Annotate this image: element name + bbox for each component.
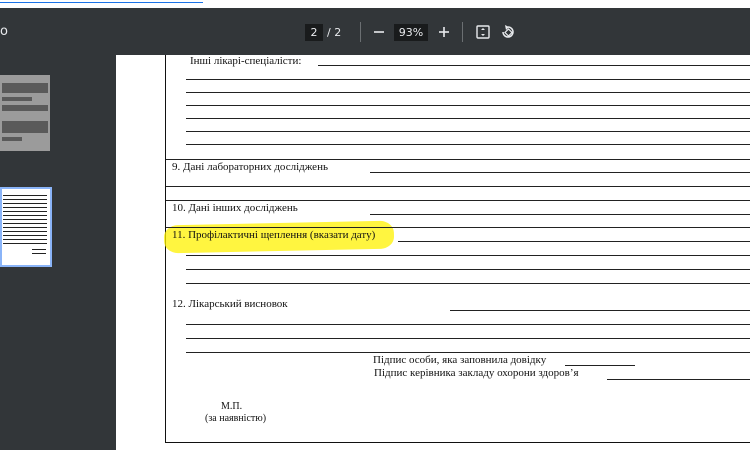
- thumb-line: [3, 227, 47, 228]
- signature-line: [607, 379, 750, 380]
- thumb-block: [2, 137, 22, 141]
- head-signature-label: Підпис керівника закладу охорони здоров’…: [374, 367, 579, 379]
- thumb-block: [2, 121, 48, 133]
- zoom-in-button[interactable]: [434, 21, 454, 43]
- thumb-line: [3, 215, 47, 216]
- document-title: o: [0, 24, 8, 39]
- section-10-label: 10. Дані інших досліджень: [172, 202, 298, 214]
- form-line: [186, 352, 750, 353]
- page-thumbnail-1[interactable]: [0, 75, 50, 151]
- form-line: [186, 338, 750, 339]
- fit-page-icon: [476, 25, 490, 39]
- thumb-line: [3, 203, 47, 204]
- thumb-line: [32, 249, 46, 250]
- form-line: [186, 105, 750, 106]
- thumb-line: [3, 243, 47, 244]
- form-line: [186, 144, 750, 145]
- form-line: [166, 200, 750, 201]
- thumb-line: [3, 195, 47, 196]
- form-line: [370, 214, 750, 215]
- thumb-line: [3, 207, 47, 208]
- link-underline[interactable]: [0, 2, 203, 3]
- section-11-label: 11. Профілактичні щеплення (вказати дату…: [172, 229, 376, 241]
- form-line: [450, 310, 750, 311]
- zoom-in-icon: [439, 27, 449, 37]
- thumb-block: [2, 105, 48, 111]
- thumb-block: [2, 97, 32, 101]
- zoom-out-button[interactable]: [369, 21, 389, 43]
- thumb-line: [3, 219, 47, 220]
- form-line: [166, 227, 750, 228]
- section-9-label: 9. Дані лабораторних досліджень: [172, 161, 328, 173]
- section-12-label: 12. Лікарський висновок: [172, 298, 288, 310]
- page-thumbnail-2[interactable]: [0, 187, 52, 267]
- signature-line: [565, 365, 635, 366]
- page-count: / 2: [327, 26, 342, 39]
- form-line: [186, 79, 750, 80]
- form-line: [186, 118, 750, 119]
- fit-page-button[interactable]: [473, 21, 493, 43]
- stamp-note: (за наявністю): [205, 413, 267, 424]
- form-line: [370, 172, 750, 173]
- filler-signature-label: Підпис особи, яка заповнила довідку: [373, 354, 547, 366]
- rotate-icon: [502, 25, 514, 38]
- thumb-block: [2, 83, 48, 93]
- thumb-line: [3, 211, 47, 212]
- zoom-input[interactable]: 93%: [394, 24, 428, 41]
- form-line: [318, 65, 750, 66]
- thumbnail-sidebar: [0, 55, 116, 450]
- other-specialists-label: Інші лікарі-спеціалісти:: [190, 55, 302, 67]
- form-line: [398, 241, 750, 242]
- thumb-line: [32, 253, 46, 254]
- toolbar-divider: [462, 22, 463, 42]
- rotate-button[interactable]: [498, 21, 518, 43]
- form-line: [186, 131, 750, 132]
- thumb-line: [3, 231, 47, 232]
- form-line: [166, 159, 750, 160]
- toolbar-divider: [360, 22, 361, 42]
- form-line: [186, 255, 750, 256]
- browser-strip: [0, 0, 750, 8]
- form-line: [166, 186, 750, 187]
- form-line: [186, 283, 750, 284]
- thumb-line: [3, 199, 47, 200]
- form-line: [186, 92, 750, 93]
- pdf-toolbar: o 2 / 2 93%: [0, 8, 750, 55]
- form-line: [186, 324, 750, 325]
- thumb-line: [3, 223, 47, 224]
- zoom-out-icon: [374, 31, 384, 33]
- page-number-input[interactable]: 2: [305, 24, 323, 41]
- thumb-line: [3, 239, 47, 240]
- thumb-line: [3, 235, 47, 236]
- document-page: Інші лікарі-спеціалісти: 9. Дані лаборат…: [116, 55, 750, 450]
- form-line: [186, 269, 750, 270]
